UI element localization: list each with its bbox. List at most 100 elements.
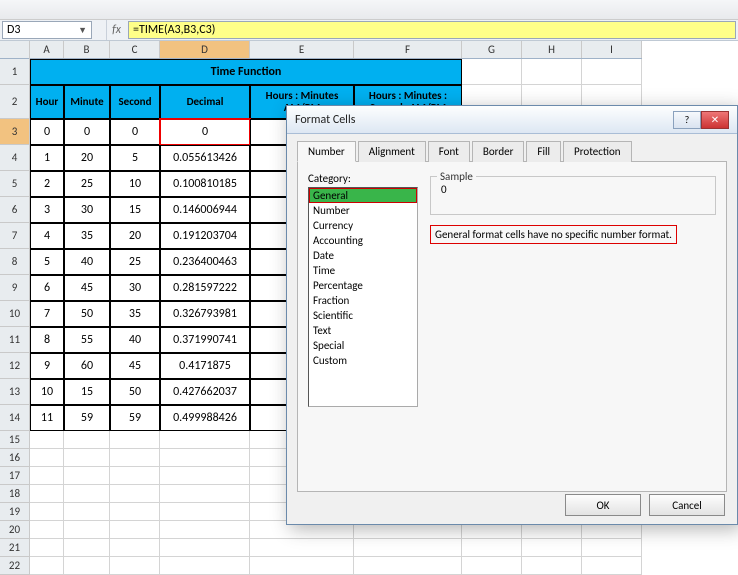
cell[interactable] (462, 557, 522, 575)
cell[interactable]: 0.4171875 (160, 353, 250, 379)
row-header-21[interactable]: 21 (0, 539, 29, 557)
tab-fill[interactable]: Fill (526, 141, 561, 162)
cell[interactable]: Decimal (160, 85, 250, 119)
column-header-D[interactable]: D (160, 41, 250, 58)
tab-font[interactable]: Font (428, 141, 470, 162)
cell[interactable] (110, 431, 160, 449)
cell[interactable] (30, 449, 64, 467)
cell[interactable]: 1 (30, 145, 64, 171)
cell[interactable] (30, 521, 64, 539)
tab-protection[interactable]: Protection (563, 141, 632, 162)
cell[interactable] (522, 557, 582, 575)
cell[interactable] (64, 485, 110, 503)
row-header-4[interactable]: 4 (0, 145, 29, 171)
select-all-corner[interactable] (0, 41, 29, 59)
cell[interactable] (160, 503, 250, 521)
name-box-dropdown-icon[interactable]: ▼ (78, 25, 87, 36)
cell[interactable] (354, 557, 462, 575)
cell[interactable]: 45 (64, 275, 110, 301)
cell[interactable]: 15 (64, 379, 110, 405)
cell[interactable] (582, 59, 642, 85)
cell[interactable]: 0 (160, 119, 250, 145)
row-header-2[interactable]: 2 (0, 85, 29, 119)
cell[interactable] (110, 467, 160, 485)
cell[interactable]: 60 (64, 353, 110, 379)
name-box[interactable]: D3 ▼ (2, 21, 92, 39)
cell[interactable]: 9 (30, 353, 64, 379)
cell[interactable] (30, 485, 64, 503)
cell[interactable]: 0 (110, 119, 160, 145)
cell[interactable]: 15 (110, 197, 160, 223)
cell[interactable] (30, 467, 64, 485)
column-header-F[interactable]: F (354, 41, 462, 58)
category-item-accounting[interactable]: Accounting (309, 233, 417, 248)
cell[interactable]: 4 (30, 223, 64, 249)
tab-border[interactable]: Border (472, 141, 525, 162)
category-item-number[interactable]: Number (309, 203, 417, 218)
cell[interactable] (30, 539, 64, 557)
cell[interactable]: 6 (30, 275, 64, 301)
column-header-A[interactable]: A (30, 41, 64, 58)
cancel-button[interactable]: Cancel (649, 494, 725, 516)
cell[interactable]: 0.236400463 (160, 249, 250, 275)
cell[interactable] (462, 539, 522, 557)
row-header-10[interactable]: 10 (0, 301, 29, 327)
row-header-3[interactable]: 3 (0, 119, 29, 145)
cell[interactable]: 10 (110, 171, 160, 197)
category-item-currency[interactable]: Currency (309, 218, 417, 233)
cell[interactable] (110, 521, 160, 539)
column-header-H[interactable]: H (522, 41, 582, 58)
tab-number[interactable]: Number (297, 141, 356, 162)
row-header-9[interactable]: 9 (0, 275, 29, 301)
formula-bar[interactable]: =TIME(A3,B3,C3) (128, 21, 736, 39)
cell[interactable] (582, 557, 642, 575)
cell[interactable]: 25 (64, 171, 110, 197)
cell[interactable]: 30 (64, 197, 110, 223)
cell[interactable]: 0.281597222 (160, 275, 250, 301)
cell[interactable]: 5 (30, 249, 64, 275)
cell[interactable]: 35 (64, 223, 110, 249)
row-header-22[interactable]: 22 (0, 557, 29, 575)
cell[interactable]: 10 (30, 379, 64, 405)
cell[interactable]: 59 (64, 405, 110, 431)
cell[interactable]: 2 (30, 171, 64, 197)
category-item-date[interactable]: Date (309, 248, 417, 263)
column-header-I[interactable]: I (582, 41, 642, 58)
cell[interactable]: 7 (30, 301, 64, 327)
cell[interactable] (250, 539, 354, 557)
column-header-C[interactable]: C (110, 41, 160, 58)
row-header-19[interactable]: 19 (0, 503, 29, 521)
row-header-17[interactable]: 17 (0, 467, 29, 485)
cell[interactable] (110, 557, 160, 575)
cell[interactable]: 8 (30, 327, 64, 353)
dialog-titlebar[interactable]: Format Cells ? ✕ (287, 106, 737, 134)
cell[interactable]: 20 (110, 223, 160, 249)
category-item-fraction[interactable]: Fraction (309, 293, 417, 308)
cell[interactable] (160, 449, 250, 467)
cell[interactable] (160, 539, 250, 557)
cell[interactable]: 35 (110, 301, 160, 327)
cell[interactable] (64, 521, 110, 539)
cell[interactable] (30, 503, 64, 521)
cell[interactable] (522, 59, 582, 85)
cell[interactable] (64, 557, 110, 575)
category-item-text[interactable]: Text (309, 323, 417, 338)
cell[interactable] (160, 467, 250, 485)
cell[interactable]: 0 (30, 119, 64, 145)
cell[interactable] (30, 431, 64, 449)
row-header-6[interactable]: 6 (0, 197, 29, 223)
cell[interactable] (64, 431, 110, 449)
row-header-7[interactable]: 7 (0, 223, 29, 249)
title-cell[interactable]: Time Function (30, 59, 462, 85)
tab-alignment[interactable]: Alignment (358, 141, 426, 162)
dialog-close-button[interactable]: ✕ (701, 111, 729, 129)
cell[interactable]: Minute (64, 85, 110, 119)
cell[interactable] (64, 503, 110, 521)
row-header-15[interactable]: 15 (0, 431, 29, 449)
cell[interactable]: 0.100810185 (160, 171, 250, 197)
row-header-14[interactable]: 14 (0, 405, 29, 431)
ok-button[interactable]: OK (565, 494, 641, 516)
cell[interactable]: 5 (110, 145, 160, 171)
category-item-general[interactable]: General (309, 188, 417, 203)
cell[interactable]: 50 (110, 379, 160, 405)
